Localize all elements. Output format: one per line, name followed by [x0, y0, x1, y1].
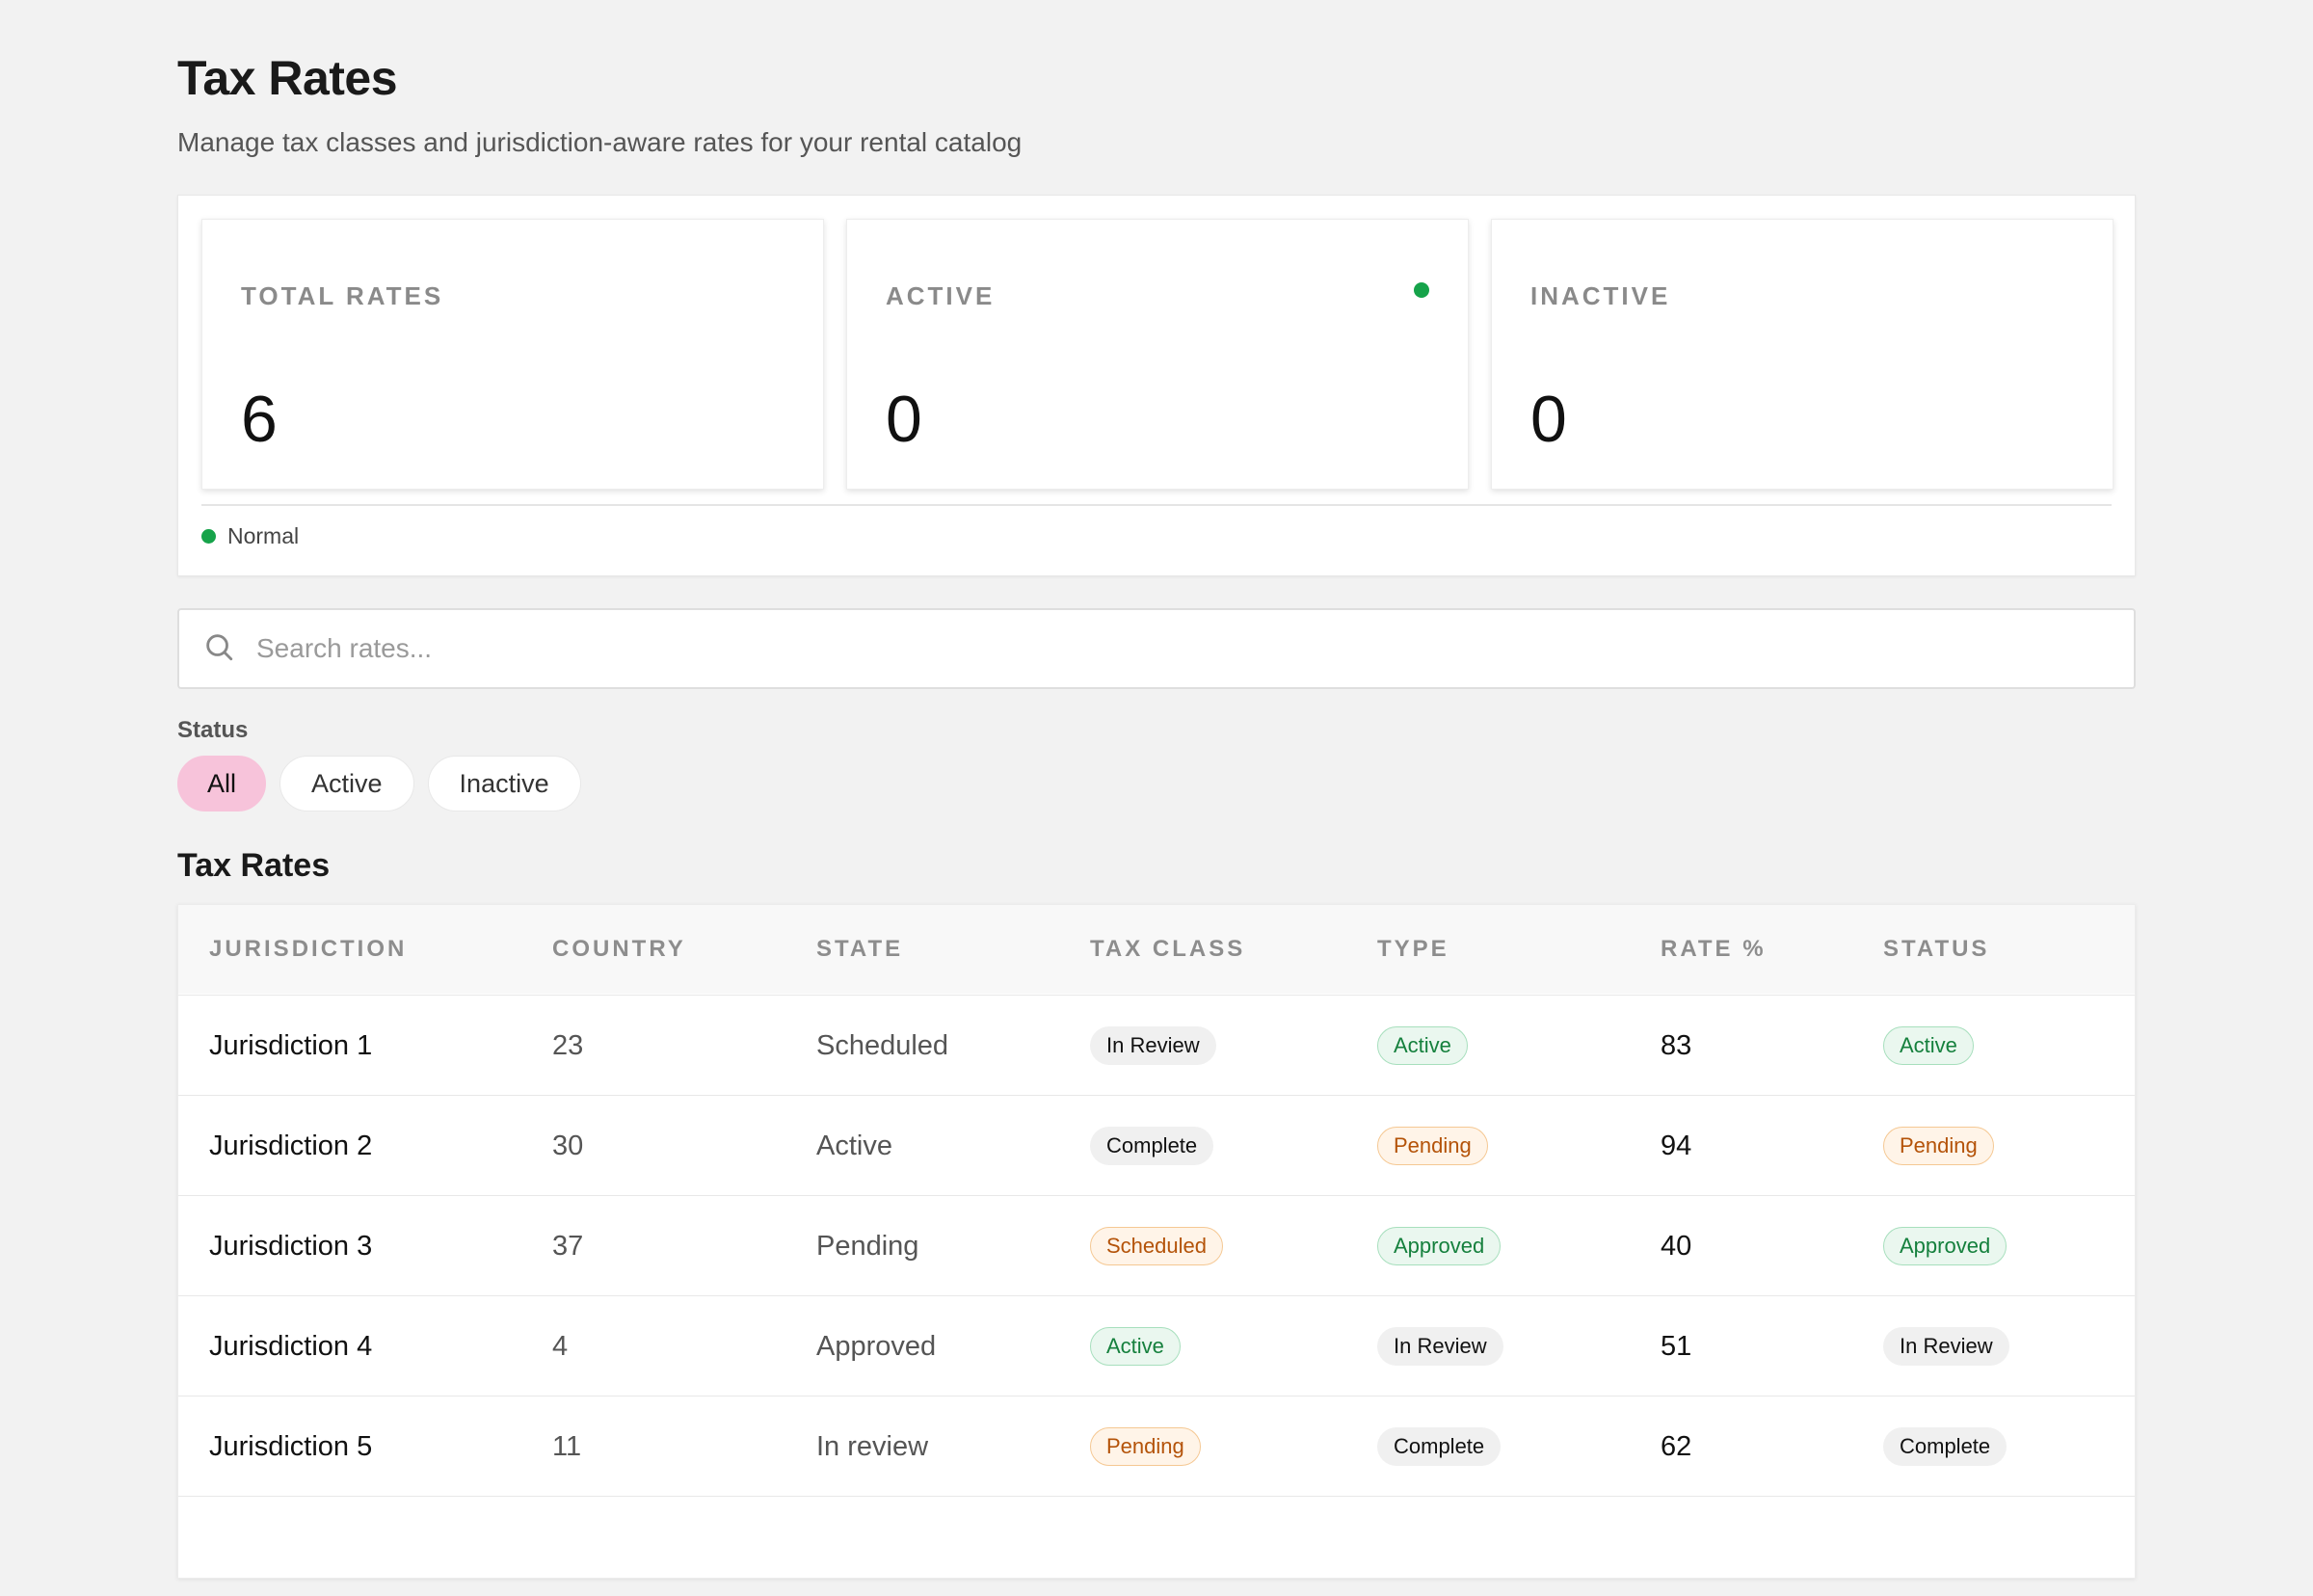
column-header-type[interactable]: TYPE	[1377, 936, 1449, 963]
search-icon	[202, 630, 235, 668]
status-badge: Active	[1883, 1026, 1974, 1065]
tax-class-badge: Complete	[1090, 1127, 1214, 1165]
status-badge: Complete	[1883, 1427, 2007, 1466]
cell-state: Approved	[816, 1330, 937, 1362]
page-subtitle: Manage tax classes and jurisdiction-awar…	[177, 127, 1023, 157]
active-status-dot	[1414, 282, 1429, 298]
column-header-tax-class[interactable]: TAX CLASS	[1090, 936, 1245, 963]
column-header-jurisdiction[interactable]: JURISDICTION	[209, 936, 407, 963]
cell-state: In review	[816, 1430, 929, 1462]
cell-rate: 62	[1661, 1430, 1692, 1462]
column-header-status[interactable]: STATUS	[1883, 936, 1989, 963]
stats-divider	[201, 504, 2112, 506]
cell-country: 4	[552, 1330, 569, 1362]
cell-country: 30	[552, 1130, 584, 1161]
table-row[interactable]: Jurisdiction 4 4 Approved Active In Revi…	[178, 1295, 2135, 1396]
cell-tax-class: Complete	[1090, 1096, 1214, 1196]
table-row[interactable]: Jurisdiction 1 23 Scheduled In Review Ac…	[178, 995, 2135, 1095]
cell-jurisdiction: Jurisdiction 1	[209, 1029, 373, 1061]
cell-type: In Review	[1377, 1296, 1503, 1396]
tax-rates-table: JURISDICTION COUNTRY STATE TAX CLASS TYP…	[177, 904, 2136, 1579]
tax-class-badge: Pending	[1090, 1427, 1201, 1466]
status-dot	[201, 529, 216, 544]
cell-state: Active	[816, 1130, 892, 1161]
stat-card-active: ACTIVE 0	[846, 219, 1469, 490]
cell-type: Pending	[1377, 1096, 1488, 1196]
status-filter-group: All Active Inactive	[177, 756, 581, 811]
cell-status: Approved	[1883, 1196, 2007, 1296]
status-filter-label: Status	[177, 717, 249, 743]
type-badge: Active	[1377, 1026, 1468, 1065]
page-title: Tax Rates	[177, 51, 398, 105]
stat-card-inactive: INACTIVE 0	[1491, 219, 2114, 490]
stat-label: INACTIVE	[1530, 281, 1671, 310]
cell-status: In Review	[1883, 1296, 2009, 1396]
cell-type: Active	[1377, 996, 1468, 1096]
filter-chip-active[interactable]: Active	[279, 756, 414, 811]
cell-country: 37	[552, 1230, 584, 1262]
cell-rate: 40	[1661, 1230, 1692, 1262]
filter-chip-all[interactable]: All	[177, 756, 267, 811]
cell-status: Pending	[1883, 1096, 1994, 1196]
cell-type: Complete	[1377, 1396, 1502, 1497]
cell-status: Active	[1883, 996, 1974, 1096]
cell-state: Pending	[816, 1230, 919, 1262]
table-header: JURISDICTION COUNTRY STATE TAX CLASS TYP…	[178, 905, 2135, 994]
stats-panel: TOTAL RATES 6 ACTIVE 0 INACTIVE 0 Normal	[177, 195, 2136, 576]
status-text: Normal	[227, 523, 300, 548]
type-badge: Pending	[1377, 1127, 1488, 1165]
type-badge: Approved	[1377, 1227, 1502, 1265]
search-box[interactable]	[177, 608, 2136, 689]
column-header-rate[interactable]: RATE %	[1661, 936, 1767, 963]
cell-jurisdiction: Jurisdiction 5	[209, 1430, 373, 1462]
stat-card-total-rates: TOTAL RATES 6	[201, 219, 824, 490]
cell-jurisdiction: Jurisdiction 2	[209, 1130, 373, 1161]
tax-class-badge: In Review	[1090, 1026, 1216, 1065]
cell-rate: 83	[1661, 1029, 1692, 1061]
status-badge: In Review	[1883, 1327, 2009, 1366]
type-badge: Complete	[1377, 1427, 1502, 1466]
stat-label: TOTAL RATES	[241, 281, 444, 310]
filter-chip-inactive[interactable]: Inactive	[427, 756, 581, 811]
cell-tax-class: Scheduled	[1090, 1196, 1223, 1296]
table-row[interactable]: Jurisdiction 3 37 Pending Scheduled Appr…	[178, 1195, 2135, 1295]
status-badge: Pending	[1883, 1127, 1994, 1165]
cell-rate: 94	[1661, 1130, 1692, 1161]
table-row[interactable]	[178, 1496, 2135, 1596]
column-header-country[interactable]: COUNTRY	[552, 936, 686, 963]
status-badge: Approved	[1883, 1227, 2007, 1265]
search-input[interactable]	[256, 633, 2087, 664]
status-indicator: Normal	[201, 523, 299, 549]
cell-country: 23	[552, 1029, 584, 1061]
cell-jurisdiction: Jurisdiction 3	[209, 1230, 373, 1262]
cell-rate: 51	[1661, 1330, 1692, 1362]
tax-class-badge: Active	[1090, 1327, 1181, 1366]
stat-value: 0	[1530, 383, 1567, 456]
tax-class-badge: Scheduled	[1090, 1227, 1223, 1265]
type-badge: In Review	[1377, 1327, 1503, 1366]
cell-status: Complete	[1883, 1396, 2007, 1497]
table-section-title: Tax Rates	[177, 847, 331, 884]
cell-jurisdiction: Jurisdiction 4	[209, 1330, 373, 1362]
cell-country: 11	[552, 1430, 582, 1462]
table-row[interactable]: Jurisdiction 5 11 In review Pending Comp…	[178, 1396, 2135, 1496]
table-row[interactable]: Jurisdiction 2 30 Active Complete Pendin…	[178, 1095, 2135, 1195]
cell-tax-class: Pending	[1090, 1396, 1201, 1497]
cell-tax-class: Active	[1090, 1296, 1181, 1396]
cell-type: Approved	[1377, 1196, 1502, 1296]
cell-tax-class: In Review	[1090, 996, 1216, 1096]
column-header-state[interactable]: STATE	[816, 936, 903, 963]
cell-state: Scheduled	[816, 1029, 949, 1061]
stat-label: ACTIVE	[886, 281, 996, 310]
stat-value: 0	[886, 383, 922, 456]
stat-value: 6	[241, 383, 278, 456]
